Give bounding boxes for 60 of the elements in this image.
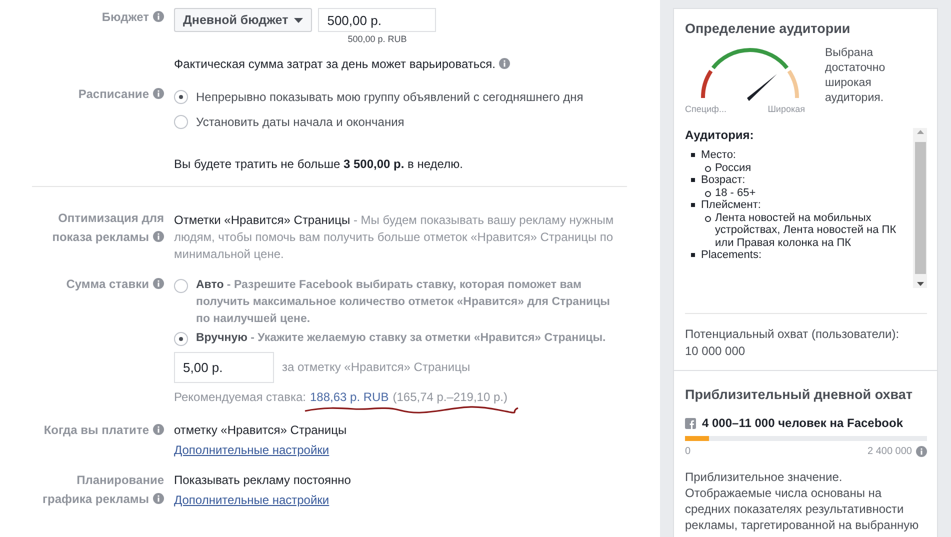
info-icon [153,424,164,435]
field-label: Оптимизация для показа рекламы [51,210,164,246]
info-icon [153,278,164,289]
audience-item: Россия [715,162,752,174]
section-title: Приблизительный дневной охват [685,387,914,402]
audience-verdict: Выбрана достаточно широкая аудитория. [825,46,886,106]
advanced-settings-link[interactable]: Дополнительные настройки [174,442,627,459]
field-label: Расписание [34,85,164,173]
audience-item: Placements: [701,249,762,261]
facebook-icon [685,418,696,428]
field-label: Сумма ставки [34,275,164,415]
daily-reach-value: 4 000–11 000 человек на Facebook [702,416,904,430]
bid-input[interactable]: 5,00 р. [174,352,274,383]
info-icon [153,88,164,99]
info-icon [499,58,510,69]
recommended-bid: 188,63 р. RUB [310,389,389,406]
section-title: Определение аудитории [685,21,852,36]
currency-note: 500,00 р. RUB [348,34,407,44]
radio-button[interactable] [174,90,188,104]
info-icon [153,493,164,504]
radio-label: Непрерывно показывать мою группу объявлений с сегодняшнего дня [196,89,584,106]
recommended-range: (165,74 р.–219,10 р.) [392,389,508,406]
audience-item: Место: [701,149,736,161]
radio-label: Авто - Разрешите Facebook выбирать ставку, которая поможет вам получить максимальное количество отметок «Нравится» для Страницы по наилучшей цене. [196,278,611,327]
field-label: Когда вы платите [34,421,164,459]
budget-type-dropdown[interactable]: Дневной бюджет [174,8,312,32]
budget-note: Фактическая сумма затрат за день может варьироваться. [174,56,627,73]
budget-input[interactable]: 500,00 р. [318,8,436,32]
scrollbar[interactable] [913,128,927,288]
radio-button[interactable] [174,332,188,346]
radio-button[interactable] [174,279,188,293]
audience-item: 18 - 65+ [715,186,756,198]
bid-suffix: за отметку «Нравится» Страницы [282,359,470,376]
list-title: Аудитория: [685,128,755,142]
radio-label: Вручную - Укажите желаемую ставку за отметки «Нравится» Страницы. [196,331,606,346]
scroll-up-icon [916,130,924,134]
axis-max: 2 400 000 [868,446,912,457]
caret-icon [294,18,304,22]
gauge-min-label: Специф... [685,104,726,114]
gauge-max-label: Широкая [768,104,805,114]
info-icon [916,446,927,457]
radio-button[interactable] [174,115,188,129]
planning-value: Показывать рекламу постоянно [174,472,352,489]
audience-item: Лента новостей на мобильных устройствах, Лента новостей на ПК или Правая колонка на ПК [715,212,896,248]
recommended-label: Рекомендуемая ставка: [174,389,306,406]
potential-reach: Потенциальный охват (пользователи): 10 000 000 [685,326,900,360]
reach-description: Приблизительное значение. Отображаемые числа основаны на средних показателях результативности рекламы, таргетированной на выбранную [685,469,920,533]
info-icon [153,231,164,242]
field-label: Планирование графика рекламы [42,472,164,508]
scroll-down-icon [916,282,924,286]
info-icon [153,11,164,22]
weekly-spend-text: Вы будете тратить не больше 3 500,00 р. в неделю. [174,156,464,173]
field-label: Бюджет [34,8,164,73]
radio-label: Установить даты начала и окончания [196,114,404,131]
advanced-settings-link[interactable]: Дополнительные настройки [174,492,627,509]
optimization-text: Отметки «Нравится» Страницы - Мы будем показывать вашу рекламу нужным людям, чтобы помочь вам получить больше отметок «Нравится» Страницы по минимальной цене. [174,212,615,263]
axis-min: 0 [685,446,691,457]
audience-item: Плейсмент: [701,199,761,211]
billing-value: отметку «Нравится» Страницы [174,422,348,439]
audience-item: Возраст: [701,174,746,186]
